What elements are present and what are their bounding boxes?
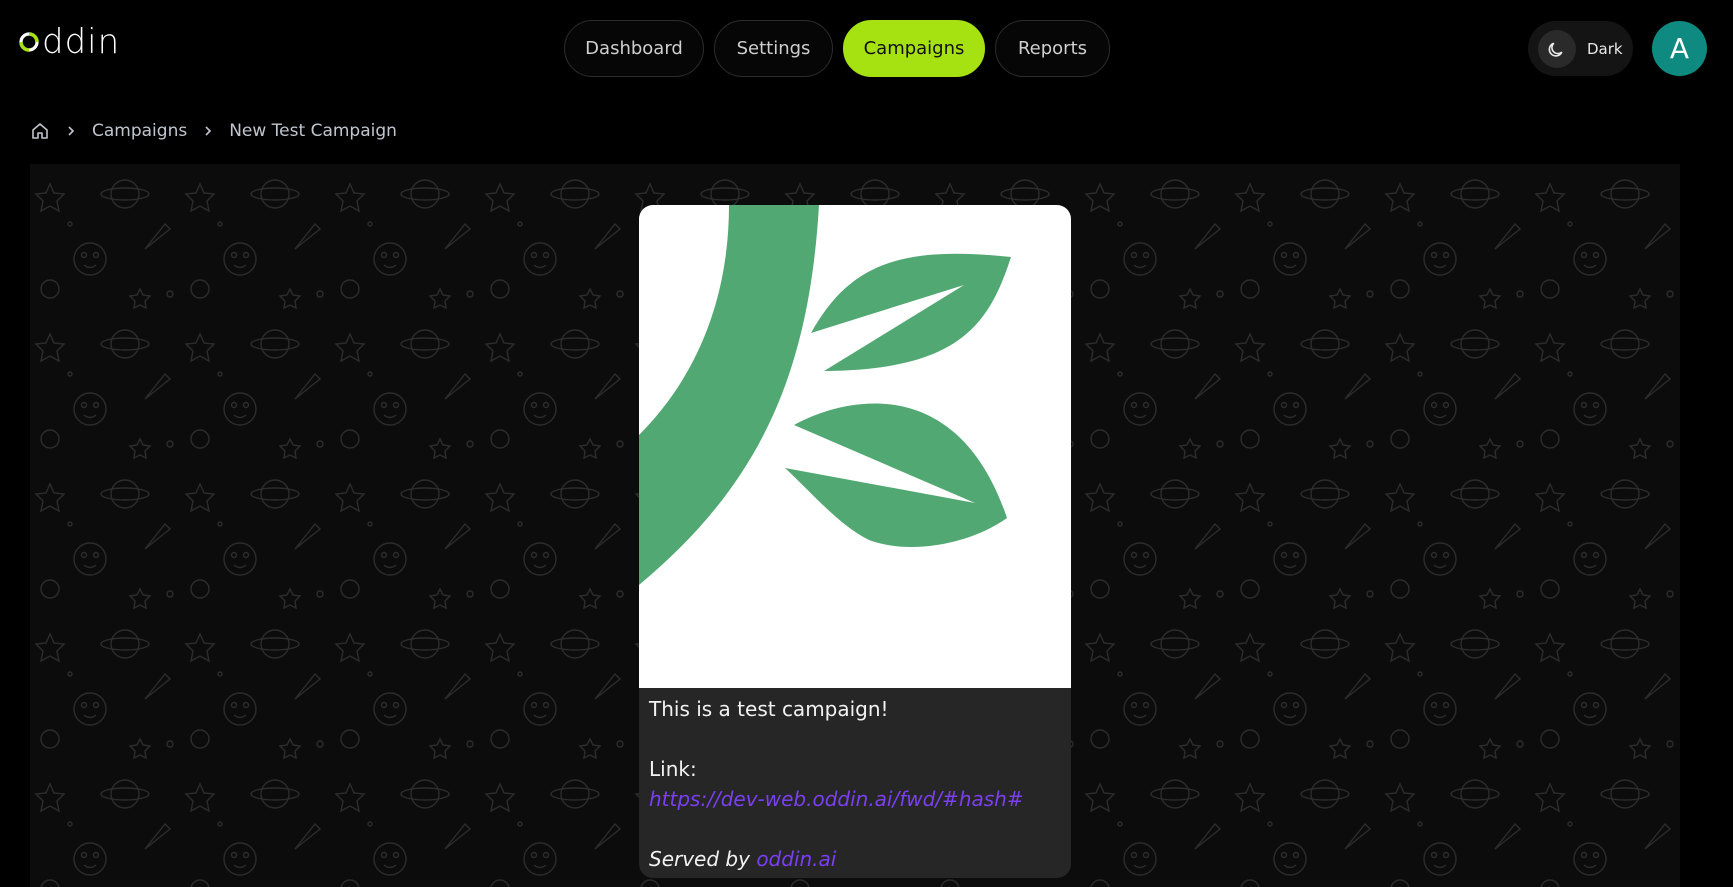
served-by-line: Served by oddin.ai (649, 844, 1061, 874)
user-avatar[interactable]: A (1652, 21, 1707, 76)
chevron-right-icon (66, 125, 76, 137)
breadcrumb-campaigns[interactable]: Campaigns (92, 121, 187, 141)
served-by-link[interactable]: oddin.ai (756, 847, 836, 871)
nav-tab-dashboard[interactable]: Dashboard (564, 20, 704, 77)
breadcrumb-current: New Test Campaign (229, 121, 397, 141)
logo-text: ddin (42, 22, 121, 62)
theme-label: Dark (1587, 39, 1623, 58)
nav-tab-settings[interactable]: Settings (714, 20, 833, 77)
campaign-message: This is a test campaign! (649, 697, 889, 721)
breadcrumb: Campaigns New Test Campaign (30, 118, 397, 144)
home-icon[interactable] (30, 121, 50, 141)
link-label: Link: (649, 757, 697, 781)
campaign-preview-card: This is a test campaign! Link: https://d… (639, 205, 1071, 878)
logo-mark-icon (18, 31, 40, 53)
nav-tab-campaigns[interactable]: Campaigns (843, 20, 985, 77)
chevron-right-icon (203, 125, 213, 137)
moon-icon (1538, 29, 1576, 68)
served-by-prefix: Served by (649, 847, 750, 871)
theme-toggle[interactable]: Dark (1528, 21, 1633, 76)
campaign-image (639, 205, 1071, 688)
campaign-message-body: This is a test campaign! Link: https://d… (639, 688, 1071, 878)
oddin-logo[interactable]: ddin (18, 24, 120, 60)
nav-tab-reports[interactable]: Reports (995, 20, 1110, 77)
main-nav: Dashboard Settings Campaigns Reports (564, 20, 1110, 77)
campaign-link[interactable]: https://dev-web.oddin.ai/fwd/#hash# (649, 787, 1024, 811)
leaf-logo-image (639, 205, 1011, 585)
